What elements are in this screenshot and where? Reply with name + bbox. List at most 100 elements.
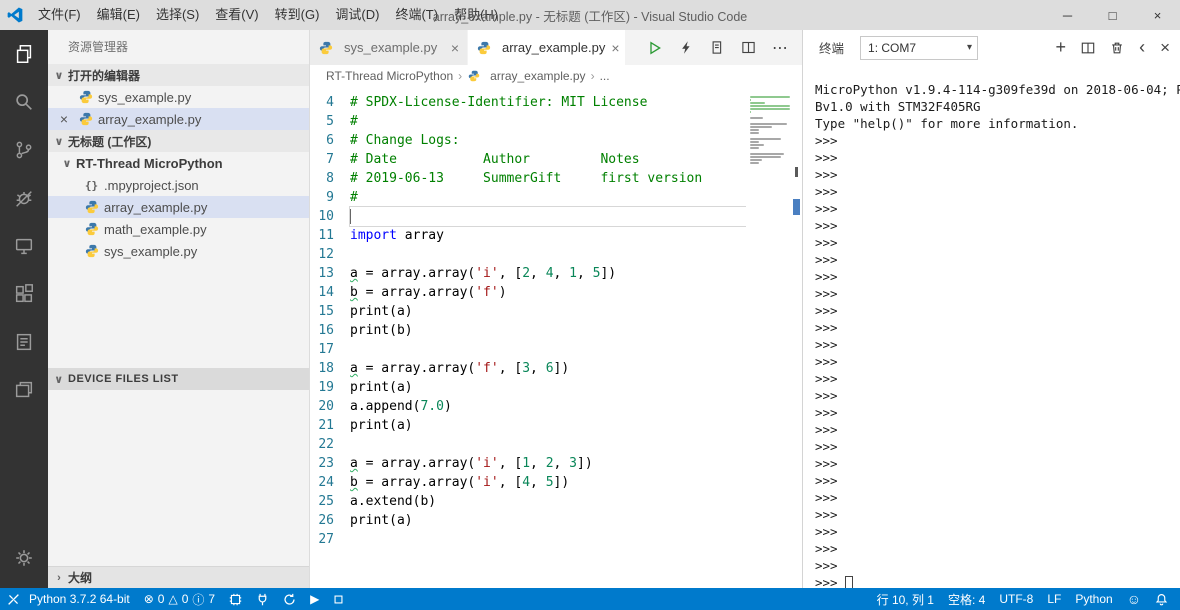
scrollbar-thumb[interactable] bbox=[793, 199, 800, 215]
code-line[interactable]: 14 b = array.array('f') bbox=[310, 283, 746, 302]
code-line[interactable]: 10 bbox=[310, 206, 746, 227]
close-editor-icon[interactable]: × bbox=[56, 111, 72, 127]
code-line[interactable]: 9 # bbox=[310, 188, 746, 207]
code-line[interactable]: 25 a.extend(b) bbox=[310, 492, 746, 511]
code-line[interactable]: 16 print(b) bbox=[310, 321, 746, 340]
breadcrumb-file[interactable]: array_example.py bbox=[490, 69, 585, 83]
kill-terminal-trash-icon[interactable] bbox=[1110, 41, 1124, 55]
extensions-icon[interactable] bbox=[0, 270, 48, 318]
code-line[interactable]: 18 a = array.array('f', [3, 6]) bbox=[310, 359, 746, 378]
file-label: array_example.py bbox=[104, 199, 208, 215]
code-line[interactable]: 13 a = array.array('i', [2, 4, 1, 5]) bbox=[310, 264, 746, 283]
code-line[interactable]: 6 # Change Logs: bbox=[310, 131, 746, 150]
breadcrumb-symbol[interactable]: ... bbox=[600, 69, 610, 83]
code-line[interactable]: 7 # Date Author Notes bbox=[310, 150, 746, 169]
file-copy-icon[interactable] bbox=[0, 366, 48, 414]
code-line[interactable]: 27 bbox=[310, 530, 746, 549]
remote-connect-icon[interactable] bbox=[0, 588, 22, 610]
code-line[interactable]: 24 b = array.array('i', [4, 5]) bbox=[310, 473, 746, 492]
open-editor-item-array[interactable]: × array_example.py bbox=[48, 108, 309, 130]
file-item-math-example[interactable]: math_example.py bbox=[48, 218, 309, 240]
flash-download-icon[interactable] bbox=[679, 40, 694, 55]
problems-item[interactable]: ⊗ 0 △ 0 ⓘ 7 bbox=[137, 588, 222, 610]
explorer-icon[interactable] bbox=[0, 30, 48, 78]
file-item-sys-example[interactable]: sys_example.py bbox=[48, 240, 309, 262]
code-line[interactable]: 23 a = array.array('i', [1, 2, 3]) bbox=[310, 454, 746, 473]
chevron-down-icon: ∨ bbox=[62, 157, 72, 170]
code-line[interactable]: 26 print(a) bbox=[310, 511, 746, 530]
device-files-header[interactable]: ∨ DEVICE FILES LIST bbox=[48, 368, 309, 390]
menu-go[interactable]: 转到(G) bbox=[267, 0, 328, 30]
code-line[interactable]: 5 # bbox=[310, 112, 746, 131]
cursor-position-item[interactable]: 行 10, 列 1 bbox=[870, 588, 941, 610]
minimize-button[interactable]: ─ bbox=[1045, 0, 1090, 30]
indentation-item[interactable]: 空格: 4 bbox=[941, 588, 992, 610]
split-terminal-icon[interactable] bbox=[1081, 41, 1095, 55]
maximize-button[interactable]: □ bbox=[1090, 0, 1135, 30]
folder-item-rtthread[interactable]: ∨ RT-Thread MicroPython bbox=[48, 152, 309, 174]
close-tab-icon[interactable]: × bbox=[451, 40, 459, 56]
stop-icon[interactable] bbox=[326, 588, 351, 610]
run-file-icon[interactable]: ▶ bbox=[303, 588, 326, 610]
eol-item[interactable]: LF bbox=[1040, 588, 1068, 610]
menu-debug[interactable]: 调试(D) bbox=[327, 0, 387, 30]
open-editors-header[interactable]: ∨ 打开的编辑器 bbox=[48, 64, 309, 86]
tab-sys-example[interactable]: sys_example.py × bbox=[310, 30, 468, 65]
menu-selection[interactable]: 选择(S) bbox=[148, 0, 207, 30]
terminal-line: Type "help()" for more information. bbox=[815, 116, 1079, 131]
download-board-icon[interactable] bbox=[222, 588, 249, 610]
python-interpreter-item[interactable]: Python 3.7.2 64-bit bbox=[22, 588, 137, 610]
code-line[interactable]: 11 import array bbox=[310, 226, 746, 245]
close-panel-icon[interactable]: × bbox=[1160, 38, 1170, 58]
chevron-left-icon[interactable]: ‹ bbox=[1139, 37, 1145, 58]
terminal-select[interactable]: 1: COM7 ▾ bbox=[860, 35, 979, 60]
split-editor-icon[interactable] bbox=[741, 40, 756, 55]
code-line[interactable]: 8 # 2019-06-13 SummerGift first version bbox=[310, 169, 746, 188]
debug-icon[interactable] bbox=[0, 174, 48, 222]
code-line[interactable]: 21 print(a) bbox=[310, 416, 746, 435]
file-item-array-example[interactable]: array_example.py bbox=[48, 196, 309, 218]
run-button[interactable] bbox=[647, 40, 663, 56]
outline-header[interactable]: › 大纲 bbox=[48, 566, 309, 588]
terminal-line: >>> bbox=[815, 422, 838, 437]
menu-view[interactable]: 查看(V) bbox=[207, 0, 266, 30]
device-monitor-icon[interactable] bbox=[0, 222, 48, 270]
report-list-icon[interactable] bbox=[0, 318, 48, 366]
terminal-output[interactable]: MicroPython v1.9.4-114-g309fe39d on 2018… bbox=[803, 65, 1180, 588]
feedback-smiley-icon[interactable]: ☺ bbox=[1120, 588, 1148, 610]
code-line[interactable]: 17 bbox=[310, 340, 746, 359]
line-number: 18 bbox=[318, 361, 334, 376]
notifications-bell-icon[interactable] bbox=[1148, 588, 1180, 610]
code-line[interactable]: 12 bbox=[310, 245, 746, 264]
more-actions-icon[interactable]: ⋯ bbox=[772, 38, 788, 58]
minimap-line bbox=[750, 144, 764, 146]
file-item-mpyproject[interactable]: {} .mpyproject.json bbox=[48, 174, 309, 196]
code-line[interactable]: 15 print(a) bbox=[310, 302, 746, 321]
code-line[interactable]: 20 a.append(7.0) bbox=[310, 397, 746, 416]
code-line[interactable]: 19 print(a) bbox=[310, 378, 746, 397]
menu-file[interactable]: 文件(F) bbox=[30, 0, 89, 30]
terminal-title[interactable]: 终端 bbox=[819, 38, 844, 57]
close-tab-icon[interactable]: × bbox=[611, 40, 619, 56]
tab-array-example[interactable]: array_example.py × bbox=[468, 30, 626, 65]
encoding-item[interactable]: UTF-8 bbox=[992, 588, 1040, 610]
code-line[interactable]: 22 bbox=[310, 435, 746, 454]
terminal-line: >>> bbox=[815, 184, 838, 199]
menu-edit[interactable]: 编辑(E) bbox=[89, 0, 148, 30]
code-lines[interactable]: 4 # SPDX-License-Identifier: MIT License 5… bbox=[310, 87, 746, 588]
close-window-button[interactable]: × bbox=[1135, 0, 1180, 30]
code-line[interactable]: 4 # SPDX-License-Identifier: MIT License bbox=[310, 93, 746, 112]
new-terminal-icon[interactable]: + bbox=[1056, 37, 1067, 58]
breadcrumb-folder[interactable]: RT-Thread MicroPython bbox=[326, 69, 453, 83]
open-preview-icon[interactable] bbox=[710, 40, 725, 55]
open-editor-item-sys[interactable]: sys_example.py bbox=[48, 86, 309, 108]
minimap[interactable] bbox=[746, 87, 792, 588]
source-control-icon[interactable] bbox=[0, 126, 48, 174]
plug-icon[interactable] bbox=[249, 588, 276, 610]
gear-icon[interactable] bbox=[0, 534, 48, 582]
breadcrumb[interactable]: RT-Thread MicroPython › array_example.py… bbox=[310, 65, 802, 87]
workspace-header[interactable]: ∨ 无标题 (工作区) bbox=[48, 130, 309, 152]
search-icon[interactable] bbox=[0, 78, 48, 126]
sync-icon[interactable] bbox=[276, 588, 303, 610]
language-mode-item[interactable]: Python bbox=[1068, 588, 1119, 610]
